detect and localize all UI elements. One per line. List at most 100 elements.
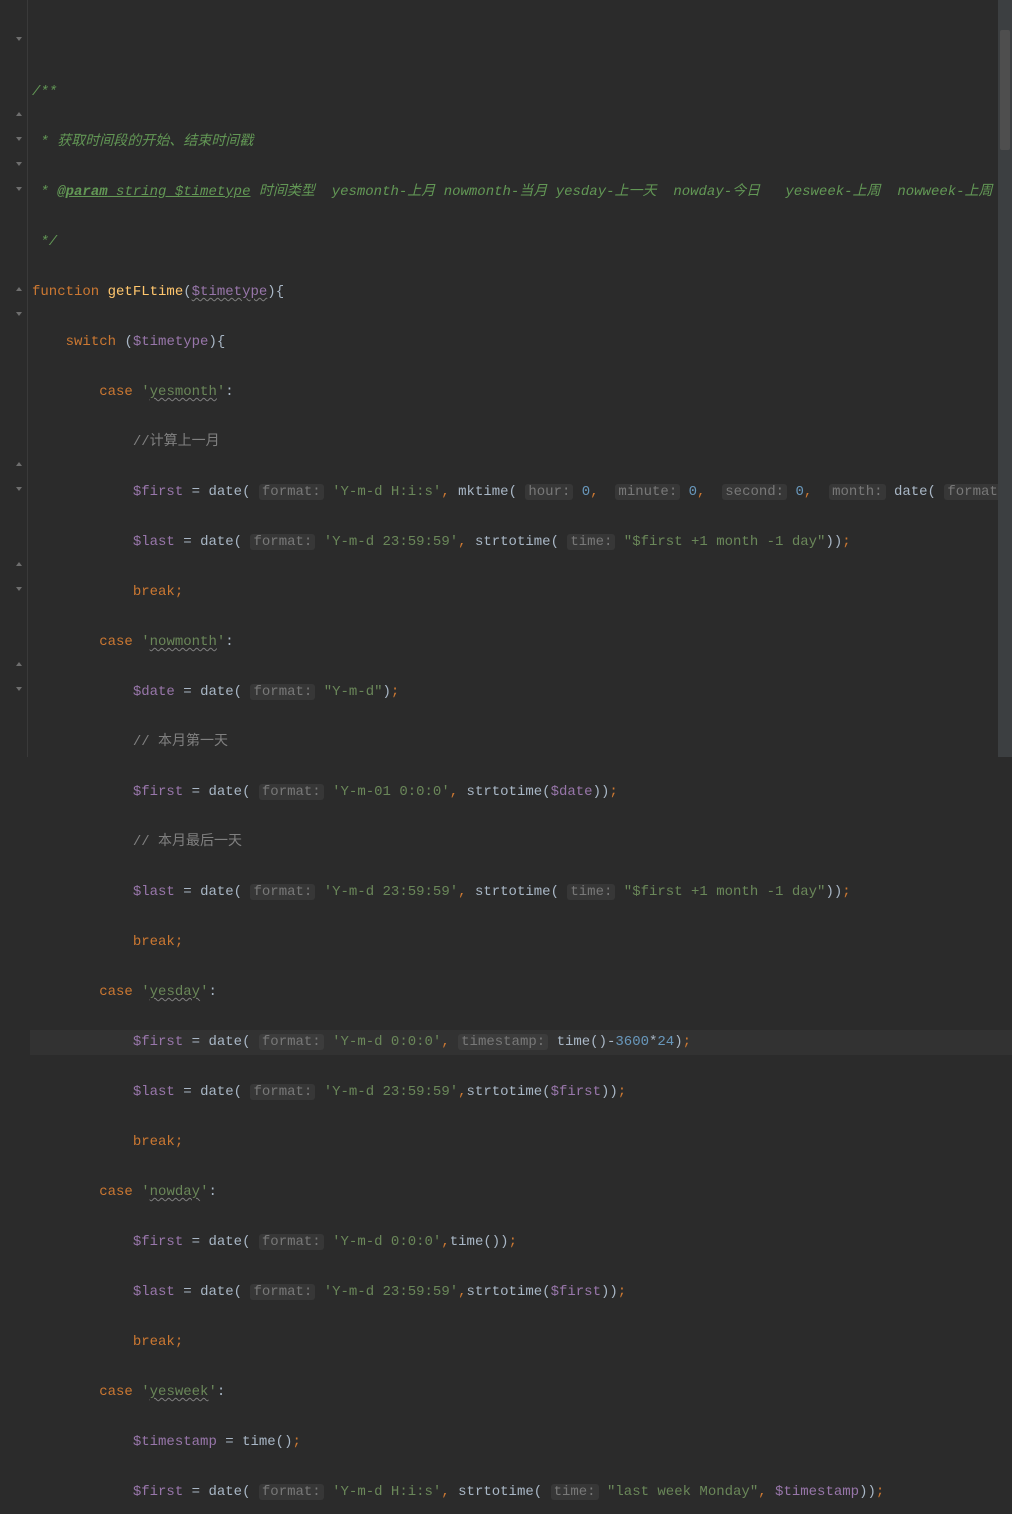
- identifier: date: [208, 1484, 242, 1500]
- punct: (: [242, 1234, 250, 1250]
- code-line[interactable]: [30, 30, 1012, 55]
- param-hint: format:: [259, 1234, 324, 1250]
- code-line[interactable]: * @param string $timetype 时间类型 yesmonth-…: [30, 180, 1012, 205]
- fold-marker-icon[interactable]: [14, 584, 24, 594]
- variable: $last: [133, 884, 175, 900]
- variable: $date: [133, 684, 175, 700]
- param-hint: format:: [250, 1084, 315, 1100]
- punct: ): [599, 1034, 607, 1050]
- code-line[interactable]: // 本月第一天: [30, 730, 1012, 755]
- param-hint: format:: [259, 1484, 324, 1500]
- code-line[interactable]: case 'nowday':: [30, 1180, 1012, 1205]
- code-editor[interactable]: /** * 获取时间段的开始、结束时间戳 * @param string $ti…: [30, 0, 1012, 757]
- punct: ;: [175, 1334, 183, 1350]
- punct: ): [601, 1084, 609, 1100]
- string: 'Y-m-01 0:0:0': [332, 784, 450, 800]
- string: ': [217, 384, 225, 400]
- code-line[interactable]: $timestamp = time();: [30, 1430, 1012, 1455]
- code-line[interactable]: * 获取时间段的开始、结束时间戳: [30, 130, 1012, 155]
- punct: ): [859, 1484, 867, 1500]
- code-line[interactable]: $date = date( format: "Y-m-d");: [30, 680, 1012, 705]
- identifier: date: [894, 484, 928, 500]
- punct: ;: [391, 684, 399, 700]
- code-line[interactable]: case 'yesday':: [30, 980, 1012, 1005]
- variable: $last: [133, 1284, 175, 1300]
- code-line[interactable]: case 'nowmonth':: [30, 630, 1012, 655]
- punct: ;: [683, 1034, 691, 1050]
- punct: (: [234, 1284, 242, 1300]
- punct: (: [234, 1084, 242, 1100]
- code-line[interactable]: $first = date( format: 'Y-m-d 0:0:0', ti…: [30, 1030, 1012, 1055]
- comment: // 本月第一天: [133, 734, 228, 750]
- keyword-switch: switch: [66, 334, 116, 350]
- string: 'Y-m-d 0:0:0': [332, 1234, 441, 1250]
- code-line[interactable]: // 本月最后一天: [30, 830, 1012, 855]
- fold-marker-icon[interactable]: [14, 34, 24, 44]
- code-line[interactable]: $first = date( format: 'Y-m-d 0:0:0',tim…: [30, 1230, 1012, 1255]
- punct: ): [834, 534, 842, 550]
- code-line[interactable]: break;: [30, 930, 1012, 955]
- code-line[interactable]: function getFLtime($timetype){: [30, 280, 1012, 305]
- scrollbar-thumb[interactable]: [1000, 30, 1010, 150]
- punct: ): [674, 1034, 682, 1050]
- variable: $timetype: [133, 334, 209, 350]
- fold-marker-icon[interactable]: [14, 184, 24, 194]
- punct: (: [590, 1034, 598, 1050]
- code-line[interactable]: /**: [30, 80, 1012, 105]
- keyword-case: case: [99, 384, 133, 400]
- fold-marker-icon[interactable]: [14, 134, 24, 144]
- string: ': [141, 1184, 149, 1200]
- fold-marker-icon[interactable]: [14, 684, 24, 694]
- code-line[interactable]: $first = date( format: 'Y-m-d H:i:s', st…: [30, 1480, 1012, 1505]
- punct: :: [225, 384, 233, 400]
- fold-marker-icon[interactable]: [14, 659, 24, 669]
- param-hint: format:: [250, 534, 315, 550]
- string: 'Y-m-d 0:0:0': [332, 1034, 441, 1050]
- code-line[interactable]: $last = date( format: 'Y-m-d 23:59:59',s…: [30, 1080, 1012, 1105]
- punct: ;: [842, 534, 850, 550]
- code-line[interactable]: $last = date( format: 'Y-m-d 23:59:59', …: [30, 880, 1012, 905]
- fold-marker-icon[interactable]: [14, 309, 24, 319]
- code-line[interactable]: $last = date( format: 'Y-m-d 23:59:59',s…: [30, 1280, 1012, 1305]
- code-line[interactable]: case 'yesweek':: [30, 1380, 1012, 1405]
- fold-marker-icon[interactable]: [14, 459, 24, 469]
- scrollbar-track[interactable]: [998, 0, 1012, 757]
- punct: ,: [441, 1234, 449, 1250]
- code-line[interactable]: break;: [30, 1130, 1012, 1155]
- punct: =: [183, 1284, 191, 1300]
- code-line[interactable]: break;: [30, 580, 1012, 605]
- fold-marker-icon[interactable]: [14, 109, 24, 119]
- punct: =: [225, 1434, 233, 1450]
- punct: ;: [175, 584, 183, 600]
- code-line[interactable]: $first = date( format: 'Y-m-d H:i:s', mk…: [30, 480, 1012, 505]
- code-line[interactable]: break;: [30, 1330, 1012, 1355]
- string: 'Y-m-d 23:59:59': [324, 884, 458, 900]
- code-line[interactable]: $first = date( format: 'Y-m-01 0:0:0', s…: [30, 780, 1012, 805]
- fold-marker-icon[interactable]: [14, 559, 24, 569]
- code-line[interactable]: switch ($timetype){: [30, 330, 1012, 355]
- punct: ,: [458, 1284, 466, 1300]
- punct: {: [217, 334, 225, 350]
- code-line[interactable]: //计算上一月: [30, 430, 1012, 455]
- punct: (: [542, 1084, 550, 1100]
- punct: =: [192, 1484, 200, 1500]
- punct: (: [234, 534, 242, 550]
- fold-marker-icon[interactable]: [14, 484, 24, 494]
- string: "$first +1 month -1 day": [624, 534, 826, 550]
- code-line[interactable]: $last = date( format: 'Y-m-d 23:59:59', …: [30, 530, 1012, 555]
- fold-marker-icon[interactable]: [14, 284, 24, 294]
- code-line[interactable]: case 'yesmonth':: [30, 380, 1012, 405]
- code-line[interactable]: */: [30, 230, 1012, 255]
- punct: =: [183, 1084, 191, 1100]
- punct: =: [192, 1034, 200, 1050]
- param-hint: timestamp:: [458, 1034, 548, 1050]
- punct: ): [492, 1234, 500, 1250]
- param-hint: second:: [722, 484, 787, 500]
- punct: ): [609, 1284, 617, 1300]
- punct: ;: [609, 784, 617, 800]
- string: "$first +1 month -1 day": [624, 884, 826, 900]
- variable: $first: [133, 1034, 183, 1050]
- string: yesday: [150, 984, 200, 1000]
- fold-marker-icon[interactable]: [14, 159, 24, 169]
- punct: ): [593, 784, 601, 800]
